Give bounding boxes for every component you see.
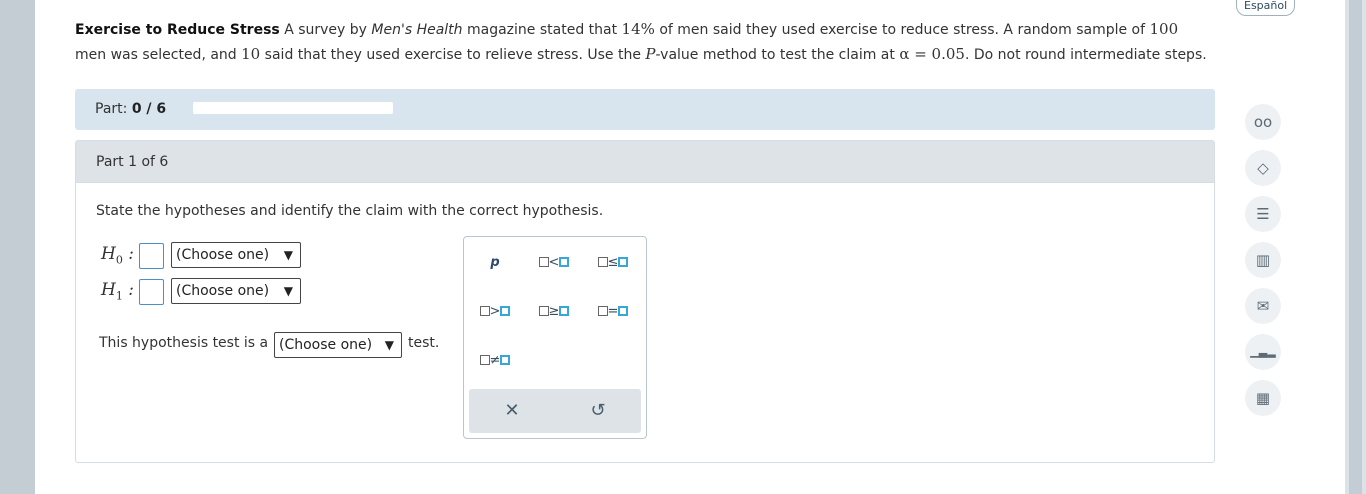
h0-answer-box[interactable] [139, 243, 164, 269]
h1-claim-select[interactable]: (Choose one) ▼ [171, 278, 301, 304]
undo-icon[interactable]: ↺ [583, 399, 613, 423]
part-progress: Part: 0 / 6 [75, 89, 1215, 130]
not-equal-button[interactable]: ≠ [473, 349, 517, 373]
textbook-icon[interactable]: ▥ [1245, 242, 1281, 278]
scrollbar-thumb[interactable] [1349, 0, 1362, 494]
test-type-suffix: test. [408, 335, 440, 351]
hint-icon[interactable]: ◇ [1245, 150, 1281, 186]
chart-icon[interactable]: ▁▃▂ [1245, 334, 1281, 370]
progress-track [193, 102, 393, 114]
greater-than-button[interactable]: > [473, 300, 517, 324]
h1-label: H1 : [101, 280, 134, 303]
equals-button[interactable]: = [591, 300, 635, 324]
message-icon[interactable]: ✉ [1245, 288, 1281, 324]
palette-footer: ✕ ↺ [469, 389, 641, 433]
calculator-icon[interactable]: ▦ [1245, 380, 1281, 416]
greater-equal-button[interactable]: ≥ [532, 300, 576, 324]
test-type-select[interactable]: (Choose one) ▼ [274, 332, 402, 358]
clear-icon[interactable]: ✕ [497, 399, 527, 423]
less-equal-button[interactable]: ≤ [591, 251, 635, 275]
progress-label: Part: 0 / 6 [95, 101, 167, 117]
math-symbol-palette: p < ≤ > ≥ = ≠ ✕ ↺ [463, 236, 647, 439]
h1-answer-box[interactable] [139, 279, 164, 305]
problem-statement: Exercise to Reduce Stress A survey by Me… [75, 20, 1207, 63]
h0-label: H0 : [101, 244, 134, 267]
h0-claim-select[interactable]: (Choose one) ▼ [171, 242, 301, 268]
test-type-prefix: This hypothesis test is a [99, 335, 269, 351]
language-toggle-button[interactable]: Español [1236, 0, 1296, 16]
p-symbol-button[interactable]: p [473, 251, 517, 275]
notes-icon[interactable]: ☰ [1245, 196, 1281, 232]
part-header: Part 1 of 6 [76, 141, 1214, 183]
vertical-scrollbar[interactable] [1345, 0, 1366, 494]
glasses-icon[interactable]: oo [1245, 104, 1281, 140]
part-instructions: State the hypotheses and identify the cl… [96, 203, 604, 219]
problem-title: Exercise to Reduce Stress [75, 22, 280, 38]
magazine-name: Men's Health [371, 22, 463, 38]
less-than-button[interactable]: < [532, 251, 576, 275]
